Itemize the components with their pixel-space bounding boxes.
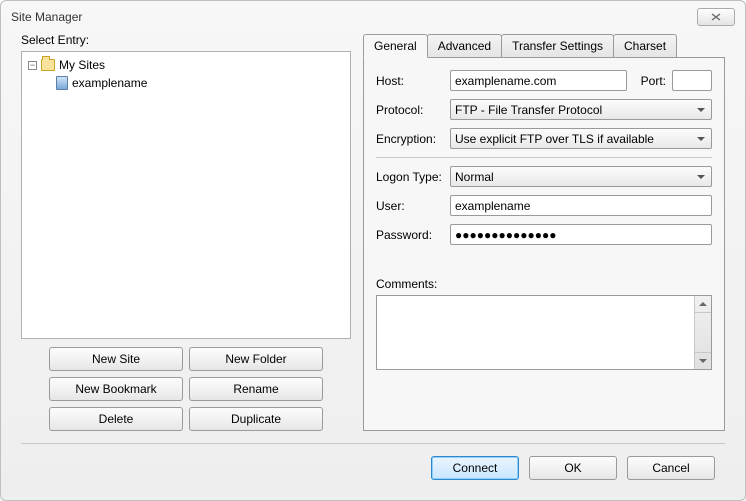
- tab-strip: General Advanced Transfer Settings Chars…: [363, 33, 725, 57]
- delete-button[interactable]: Delete: [49, 407, 183, 431]
- form-divider: [376, 157, 712, 158]
- scroll-down-button[interactable]: [695, 352, 711, 369]
- chevron-up-icon: [699, 302, 707, 306]
- logon-type-label: Logon Type:: [376, 170, 444, 184]
- user-label: User:: [376, 199, 444, 213]
- tab-advanced[interactable]: Advanced: [427, 34, 502, 58]
- comments-textarea[interactable]: [376, 295, 712, 370]
- comments-label: Comments:: [376, 277, 712, 291]
- tab-general[interactable]: General: [363, 34, 428, 58]
- protocol-value: FTP - File Transfer Protocol: [455, 103, 602, 117]
- tree-item-examplename[interactable]: examplename: [56, 76, 344, 90]
- host-label: Host:: [376, 74, 444, 88]
- tab-transfer-settings[interactable]: Transfer Settings: [501, 34, 614, 58]
- ok-button[interactable]: OK: [529, 456, 617, 480]
- encryption-value: Use explicit FTP over TLS if available: [455, 132, 654, 146]
- left-pane: Select Entry: − My Sites examplename New…: [21, 33, 351, 431]
- server-icon: [56, 76, 68, 90]
- rename-button[interactable]: Rename: [189, 377, 323, 401]
- tab-charset[interactable]: Charset: [613, 34, 677, 58]
- protocol-label: Protocol:: [376, 103, 444, 117]
- dialog-footer: Connect OK Cancel: [1, 444, 745, 480]
- user-input[interactable]: [450, 195, 712, 216]
- site-action-buttons: New Site New Folder New Bookmark Rename …: [21, 347, 351, 431]
- tree-collapse-icon[interactable]: −: [28, 61, 37, 70]
- right-pane: General Advanced Transfer Settings Chars…: [363, 33, 725, 431]
- window-title: Site Manager: [11, 10, 697, 24]
- close-button[interactable]: [697, 8, 735, 26]
- logon-type-value: Normal: [455, 170, 494, 184]
- connect-button[interactable]: Connect: [431, 456, 519, 480]
- comments-scrollbar[interactable]: [694, 296, 711, 369]
- password-label: Password:: [376, 228, 444, 242]
- new-site-button[interactable]: New Site: [49, 347, 183, 371]
- titlebar: Site Manager: [1, 1, 745, 33]
- host-input[interactable]: [450, 70, 627, 91]
- chevron-down-icon: [699, 359, 707, 363]
- site-manager-window: Site Manager Select Entry: − My Sites ex…: [0, 0, 746, 501]
- folder-icon: [41, 59, 55, 71]
- new-bookmark-button[interactable]: New Bookmark: [49, 377, 183, 401]
- tab-panel-general: Host: Port: Protocol: FTP - File Transfe…: [363, 57, 725, 431]
- tree-item-label: examplename: [72, 76, 147, 90]
- select-entry-label: Select Entry:: [21, 33, 351, 47]
- port-input[interactable]: [672, 70, 712, 91]
- duplicate-button[interactable]: Duplicate: [189, 407, 323, 431]
- encryption-label: Encryption:: [376, 132, 444, 146]
- password-input[interactable]: [450, 224, 712, 245]
- port-label: Port:: [641, 74, 666, 88]
- cancel-button[interactable]: Cancel: [627, 456, 715, 480]
- tree-root-label: My Sites: [59, 58, 105, 72]
- new-folder-button[interactable]: New Folder: [189, 347, 323, 371]
- close-icon: [711, 13, 721, 21]
- scroll-up-button[interactable]: [695, 296, 711, 313]
- encryption-select[interactable]: Use explicit FTP over TLS if available: [450, 128, 712, 149]
- tree-root-my-sites[interactable]: − My Sites: [28, 58, 344, 72]
- site-tree[interactable]: − My Sites examplename: [21, 51, 351, 339]
- logon-type-select[interactable]: Normal: [450, 166, 712, 187]
- protocol-select[interactable]: FTP - File Transfer Protocol: [450, 99, 712, 120]
